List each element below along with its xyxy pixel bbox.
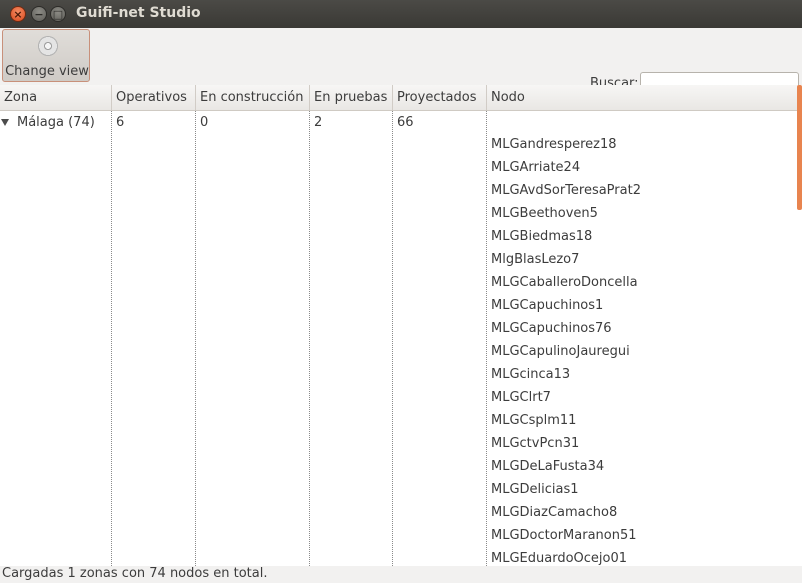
column-header-proyectados[interactable]: Proyectados bbox=[393, 85, 487, 110]
node-row[interactable]: MLGAvdSorTeresaPrat2 bbox=[491, 183, 641, 198]
zone-operativos: 6 bbox=[116, 115, 125, 130]
node-row[interactable]: MLGcinca13 bbox=[491, 367, 570, 382]
zone-proyectados: 66 bbox=[397, 115, 414, 130]
minimize-window-button[interactable]: − bbox=[31, 6, 47, 22]
node-row[interactable]: MLGCsplm11 bbox=[491, 413, 576, 428]
node-row[interactable]: MLGCapuchinos1 bbox=[491, 298, 603, 313]
window-title: Guifi-net Studio bbox=[76, 5, 201, 21]
node-row[interactable]: MLGandresperez18 bbox=[491, 137, 617, 152]
maximize-window-button[interactable]: □ bbox=[50, 6, 66, 22]
column-header-operativos[interactable]: Operativos bbox=[112, 85, 196, 110]
nodes-table[interactable]: Zona Operativos En construcción En prueb… bbox=[0, 85, 802, 566]
vertical-scrollbar[interactable] bbox=[797, 85, 802, 210]
zone-name[interactable]: Málaga (74) bbox=[17, 115, 95, 130]
node-row[interactable]: MLGDeLaFusta34 bbox=[491, 459, 604, 474]
disc-icon bbox=[38, 36, 58, 56]
column-divider bbox=[111, 111, 112, 566]
node-row[interactable]: MlgBlasLezo7 bbox=[491, 252, 579, 267]
column-divider bbox=[486, 111, 487, 566]
change-view-label: Change view bbox=[5, 64, 89, 79]
column-divider bbox=[392, 111, 393, 566]
node-row[interactable]: MLGArriate24 bbox=[491, 160, 580, 175]
table-header: Zona Operativos En construcción En prueb… bbox=[0, 85, 802, 111]
column-divider bbox=[195, 111, 196, 566]
node-row[interactable]: MLGClrt7 bbox=[491, 390, 551, 405]
change-view-button[interactable]: Change view bbox=[2, 29, 90, 82]
node-row[interactable]: MLGBiedmas18 bbox=[491, 229, 592, 244]
node-row[interactable]: MLGctvPcn31 bbox=[491, 436, 579, 451]
zone-en-pruebas: 2 bbox=[314, 115, 323, 130]
title-bar: × − □ Guifi-net Studio bbox=[0, 0, 802, 28]
node-row[interactable]: MLGCaballeroDoncella bbox=[491, 275, 638, 290]
node-row[interactable]: MLGDoctorMaranon51 bbox=[491, 528, 637, 543]
column-header-en-pruebas[interactable]: En pruebas bbox=[310, 85, 393, 110]
column-header-nodo[interactable]: Nodo bbox=[487, 85, 797, 110]
node-row[interactable]: MLGCapuchinos76 bbox=[491, 321, 612, 336]
node-row[interactable]: MLGEduardoOcejo01 bbox=[491, 551, 627, 566]
close-window-button[interactable]: × bbox=[10, 6, 26, 22]
node-row[interactable]: MLGBeethoven5 bbox=[491, 206, 598, 221]
column-header-zona[interactable]: Zona bbox=[0, 85, 112, 110]
expander-arrow-icon[interactable] bbox=[1, 119, 9, 126]
node-row[interactable]: MLGDiazCamacho8 bbox=[491, 505, 617, 520]
zone-en-construccion: 0 bbox=[200, 115, 209, 130]
column-header-en-construccion[interactable]: En construcción bbox=[196, 85, 310, 110]
node-row[interactable]: MLGCapulinoJauregui bbox=[491, 344, 630, 359]
toolbar: Change view Buscar: bbox=[0, 28, 802, 95]
node-row[interactable]: MLGDelicias1 bbox=[491, 482, 579, 497]
column-divider bbox=[309, 111, 310, 566]
status-bar: Cargadas 1 zonas con 74 nodos en total. bbox=[0, 566, 802, 583]
